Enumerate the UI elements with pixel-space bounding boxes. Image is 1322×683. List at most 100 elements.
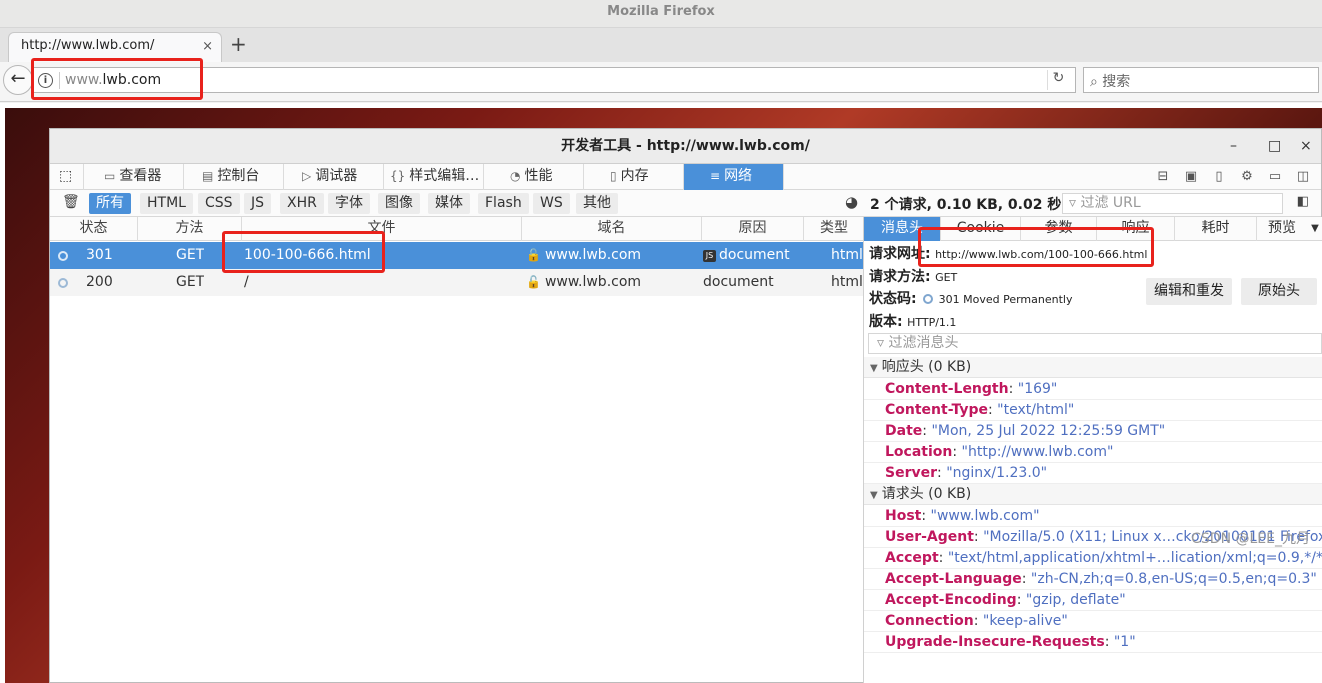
network-icon: ≡: [710, 169, 721, 183]
filter-fonts[interactable]: 字体: [328, 193, 370, 214]
split-console-icon[interactable]: ⊟: [1149, 164, 1177, 189]
request-header-row[interactable]: Accept-Encoding: "gzip, deflate": [864, 590, 1322, 611]
close-icon[interactable]: ×: [202, 39, 213, 54]
request-type: html: [831, 247, 863, 263]
tab-style-editor[interactable]: {} 样式编辑…: [384, 164, 484, 190]
reload-icon[interactable]: ↻: [1047, 70, 1069, 90]
annotation-box-request-url: [918, 227, 1154, 267]
request-header-row[interactable]: Connection: "keep-alive": [864, 611, 1322, 632]
request-headers-section[interactable]: ▼ 请求头 (0 KB): [864, 484, 1322, 505]
responsive-mode-icon[interactable]: ▯: [1205, 164, 1233, 189]
response-header-row[interactable]: Server: "nginx/1.23.0": [864, 463, 1322, 484]
trash-icon[interactable]: 🗑: [62, 194, 80, 210]
request-header-row[interactable]: Accept-Language: "zh-CN,zh;q=0.8,en-US;q…: [864, 569, 1322, 590]
new-tab-button[interactable]: +: [230, 32, 247, 56]
request-header-row[interactable]: Accept: "text/html,application/xhtml+…li…: [864, 548, 1322, 569]
tab-preview[interactable]: 预览: [1257, 217, 1307, 241]
performance-analysis-icon[interactable]: ◕: [845, 193, 858, 211]
header-name: Content-Type: [885, 402, 988, 418]
response-header-row[interactable]: Content-Type: "text/html": [864, 400, 1322, 421]
tab-debugger-label: 调试器: [315, 168, 358, 184]
edit-resend-button[interactable]: 编辑和重发: [1146, 278, 1232, 305]
filter-css[interactable]: CSS: [198, 193, 240, 214]
header-value: "zh-CN,zh;q=0.8,en-US;q=0.5,en;q=0.3": [1030, 571, 1317, 587]
frames-icon[interactable]: ▣: [1177, 164, 1205, 189]
header-value: "http://www.lwb.com": [961, 444, 1114, 460]
tab-performance[interactable]: ◔ 性能: [484, 164, 584, 190]
dock-bottom-icon[interactable]: ▭: [1261, 164, 1289, 189]
response-header-row[interactable]: Content-Length: "169": [864, 379, 1322, 400]
header-name: Date: [885, 423, 923, 439]
tab-inspector[interactable]: ▭ 查看器: [84, 164, 184, 190]
tab-inspector-label: 查看器: [119, 168, 162, 184]
filter-html[interactable]: HTML: [140, 193, 193, 214]
toggle-sidebar-icon[interactable]: ◧: [1297, 194, 1309, 209]
filter-flash[interactable]: Flash: [478, 193, 529, 214]
version-line: 版本: HTTP/1.1: [869, 311, 956, 331]
tab-network[interactable]: ≡ 网络: [684, 164, 784, 190]
column-cause[interactable]: 原因: [702, 217, 804, 241]
header-value: "1": [1113, 634, 1136, 650]
request-method-value: GET: [935, 271, 958, 284]
insecure-lock-icon: 🔓: [526, 248, 541, 262]
tab-console[interactable]: ▤ 控制台: [184, 164, 284, 190]
js-icon: JS: [703, 250, 716, 262]
url-filter-input[interactable]: ▿ 过滤 URL: [1062, 193, 1283, 214]
tab-timings[interactable]: 耗时: [1175, 217, 1257, 241]
filter-media[interactable]: 媒体: [428, 193, 470, 214]
request-header-row[interactable]: Host: "www.lwb.com": [864, 506, 1322, 527]
request-row[interactable]: 200 GET / 🔓 www.lwb.com document html: [50, 269, 864, 296]
response-header-row[interactable]: Location: "http://www.lwb.com": [864, 442, 1322, 463]
header-colon: :: [1021, 571, 1031, 587]
header-colon: :: [938, 550, 948, 566]
header-value: "www.lwb.com": [930, 508, 1040, 524]
filter-images[interactable]: 图像: [378, 193, 420, 214]
response-headers-title: 响应头 (0 KB): [881, 359, 972, 375]
header-colon: :: [988, 402, 998, 418]
filter-ws[interactable]: WS: [533, 193, 570, 214]
close-button[interactable]: ×: [1300, 129, 1312, 163]
filter-other[interactable]: 其他: [576, 193, 618, 214]
network-filter-bar: 🗑 所有 HTML CSS JS XHR 字体 图像 媒体 Flash WS 其…: [50, 190, 1321, 217]
column-status[interactable]: 状态: [50, 217, 138, 241]
maximize-button[interactable]: □: [1268, 129, 1281, 163]
inspector-icon: ▭: [104, 169, 116, 183]
request-status: 200: [86, 274, 113, 290]
header-value: "keep-alive": [982, 613, 1068, 629]
response-header-row[interactable]: Date: "Mon, 25 Jul 2022 12:25:59 GMT": [864, 421, 1322, 442]
more-tabs-icon[interactable]: ▼: [1307, 217, 1322, 241]
back-button[interactable]: ←: [3, 65, 33, 95]
tab-strip: http://www.lwb.com/ × +: [0, 28, 1322, 62]
request-domain-cell: 🔓 www.lwb.com: [526, 242, 641, 268]
header-name: Connection: [885, 613, 974, 629]
tab-memory[interactable]: ▯ 内存: [584, 164, 684, 190]
request-headers-title: 请求头 (0 KB): [881, 486, 972, 502]
column-type[interactable]: 类型: [804, 217, 864, 241]
gear-icon[interactable]: ⚙: [1233, 164, 1261, 189]
header-value: "text/html": [997, 402, 1075, 418]
insecure-lock-icon: 🔓: [526, 275, 541, 289]
filter-js[interactable]: JS: [244, 193, 272, 214]
filter-all[interactable]: 所有: [89, 193, 131, 214]
request-row[interactable]: 301 GET 100-100-666.html 🔓 www.lwb.com JS…: [50, 242, 864, 269]
response-headers-section[interactable]: ▼ 响应头 (0 KB): [864, 357, 1322, 378]
request-domain-cell: 🔓 www.lwb.com: [526, 269, 641, 295]
header-value: "169": [1017, 381, 1058, 397]
request-method-line: 请求方法: GET: [869, 266, 957, 286]
tab-debugger[interactable]: ▷ 调试器: [284, 164, 384, 190]
dock-side-icon[interactable]: ◫: [1289, 164, 1317, 189]
column-domain[interactable]: 域名: [522, 217, 702, 241]
annotation-box-url: [31, 58, 203, 100]
pick-element-icon[interactable]: ⬚: [50, 164, 84, 190]
request-header-row[interactable]: Upgrade-Insecure-Requests: "1": [864, 632, 1322, 653]
minimize-button[interactable]: –: [1230, 129, 1237, 163]
search-placeholder: 搜索: [1102, 74, 1131, 90]
filter-xhr[interactable]: XHR: [280, 193, 324, 214]
raw-headers-button[interactable]: 原始头: [1241, 278, 1317, 305]
request-method-label: 请求方法:: [869, 269, 931, 285]
header-name: Server: [885, 465, 938, 481]
header-filter-input[interactable]: ▿ 过滤消息头: [868, 333, 1322, 354]
annotation-box-file: [222, 231, 385, 273]
search-input[interactable]: ⌕ 搜索: [1083, 67, 1319, 93]
request-cause: document: [719, 247, 790, 263]
